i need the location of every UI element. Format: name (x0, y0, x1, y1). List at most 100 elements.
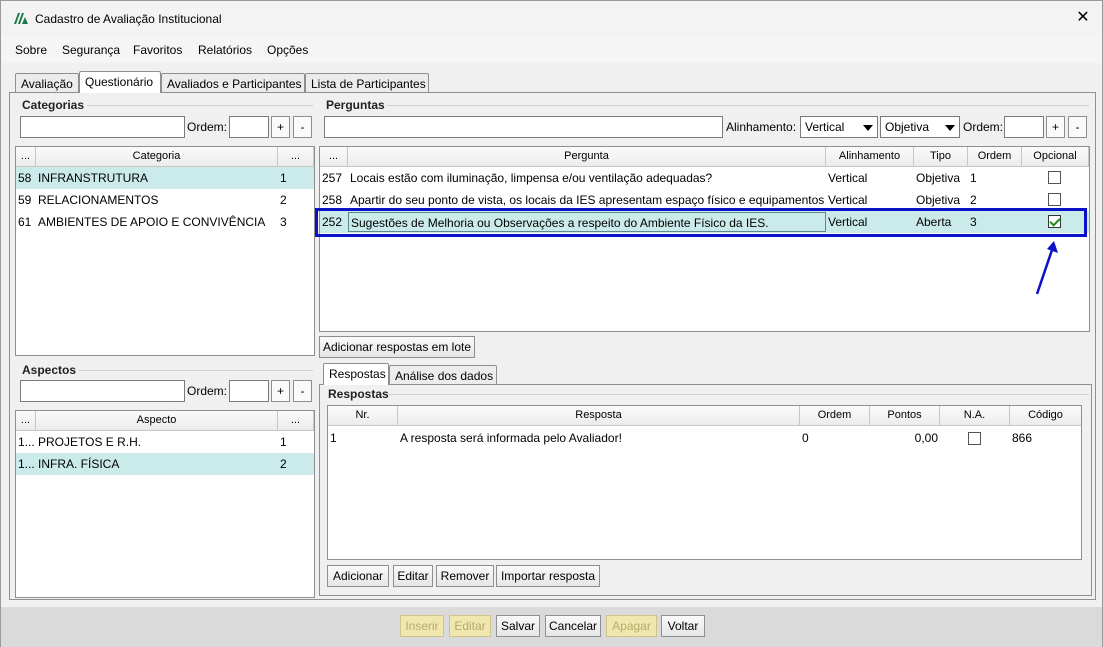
aspecto-ordem-input[interactable] (229, 380, 269, 402)
cell-nr: 1 (330, 431, 337, 445)
col-header-ordem[interactable]: Ordem (968, 147, 1022, 167)
alinhamento-select[interactable]: Vertical (800, 116, 878, 138)
opcional-checkbox[interactable] (1048, 193, 1061, 206)
cell-tipo: Objetiva (916, 193, 961, 207)
importar-resposta-button[interactable]: Importar resposta (496, 565, 600, 587)
respostas-table: Nr. Resposta Ordem Pontos N.A. Código 1 … (327, 405, 1082, 560)
menu-favoritos[interactable]: Favoritos (133, 43, 182, 57)
col-header-na[interactable]: N.A. (940, 406, 1010, 426)
menu-relatorios[interactable]: Relatórios (198, 43, 252, 57)
tab-analise[interactable]: Análise dos dados (389, 365, 497, 385)
title-bar: Cadastro de Avaliação Institucional ✕ (1, 1, 1102, 37)
col-header-alinhamento[interactable]: Alinhamento (826, 147, 914, 167)
cell-aspecto: INFRA. FÍSICA (38, 457, 120, 471)
cell-id: 61 (18, 215, 32, 229)
cell-tipo: Aberta (916, 215, 952, 229)
cell-alinhamento: Vertical (828, 193, 868, 207)
col-header-nr[interactable]: Nr. (328, 406, 398, 426)
col-header[interactable]: ... (16, 411, 36, 431)
voltar-button[interactable]: Voltar (661, 615, 705, 637)
cell-resposta: A resposta será informada pelo Avaliador… (400, 431, 622, 445)
col-header-ordem[interactable]: Ordem (800, 406, 870, 426)
close-icon[interactable]: ✕ (1074, 9, 1092, 27)
col-header-pergunta[interactable]: Pergunta (348, 147, 826, 167)
cell-pergunta: Locais estão com iluminação, limpensa e/… (350, 171, 713, 185)
alinhamento-label: Alinhamento: (726, 120, 797, 134)
alinhamento-value: Vertical (805, 120, 845, 134)
cell-pergunta: Apartir do seu ponto de vista, os locais… (350, 193, 826, 207)
tab-questionario[interactable]: Questionário (79, 71, 161, 93)
aspecto-plus-button[interactable]: + (271, 380, 290, 402)
opcional-checkbox-checked[interactable] (1048, 215, 1061, 228)
pergunta-minus-button[interactable]: - (1068, 116, 1087, 138)
aspecto-ordem-label: Ordem: (187, 384, 228, 398)
col-header-codigo[interactable]: Código (1010, 406, 1081, 426)
categoria-plus-button[interactable]: + (271, 116, 290, 138)
divider (387, 105, 1089, 106)
cell-aspecto: PROJETOS E R.H. (38, 435, 142, 449)
salvar-button[interactable]: Salvar (496, 615, 540, 637)
cell-id: 58 (18, 171, 32, 185)
cell-ordem: 1 (280, 171, 287, 185)
col-header-opcional[interactable]: Opcional (1022, 147, 1089, 167)
col-header-pontos[interactable]: Pontos (870, 406, 940, 426)
categorias-table: ... Categoria ... 58 INFRANSTRUTURA 1 59… (15, 146, 315, 356)
aspectos-table: ... Aspecto ... 1... PROJETOS E R.H. 1 1… (15, 410, 315, 598)
aspecto-minus-button[interactable]: - (293, 380, 312, 402)
menu-seguranca[interactable]: Segurança (62, 43, 120, 57)
pergunta-plus-button[interactable]: + (1046, 116, 1065, 138)
respostas-label: Respostas (328, 387, 389, 401)
cell-id: 1... (18, 435, 35, 449)
col-header-tipo[interactable]: Tipo (914, 147, 968, 167)
cell-ordem: 2 (970, 193, 977, 207)
pergunta-ordem-input[interactable] (1004, 116, 1044, 138)
window-title: Cadastro de Avaliação Institucional (35, 12, 222, 26)
remover-button[interactable]: Remover (436, 565, 494, 587)
editar-button[interactable]: Editar (449, 615, 491, 637)
inserir-button[interactable]: Inserir (400, 615, 444, 637)
col-header[interactable]: ... (16, 147, 36, 167)
col-header[interactable]: ... (320, 147, 348, 167)
aspecto-input[interactable] (20, 380, 185, 402)
cell-ordem: 0 (802, 431, 809, 445)
na-checkbox[interactable] (968, 432, 981, 445)
cell-ordem: 2 (280, 193, 287, 207)
pergunta-input[interactable] (324, 116, 723, 138)
cell-ordem: 3 (970, 215, 977, 229)
col-header-aspecto[interactable]: Aspecto (36, 411, 278, 431)
cell-id: 1... (18, 457, 35, 471)
menu-sobre[interactable]: Sobre (15, 43, 47, 57)
footer-bar: Inserir Editar Salvar Cancelar Apagar Vo… (1, 607, 1102, 647)
tipo-value: Objetiva (885, 120, 930, 134)
col-header-resposta[interactable]: Resposta (398, 406, 800, 426)
cell-alinhamento: Vertical (828, 215, 868, 229)
adicionar-button[interactable]: Adicionar (327, 565, 389, 587)
tab-avaliados[interactable]: Avaliados e Participantes (161, 73, 305, 93)
perguntas-table: ... Pergunta Alinhamento Tipo Ordem Opci… (319, 146, 1090, 332)
categoria-input[interactable] (20, 116, 185, 138)
app-window: Cadastro de Avaliação Institucional ✕ So… (0, 0, 1103, 647)
col-header[interactable]: ... (278, 411, 314, 431)
opcional-checkbox[interactable] (1048, 171, 1061, 184)
categoria-minus-button[interactable]: - (293, 116, 312, 138)
cell-pontos: 0,00 (914, 431, 938, 445)
pergunta-ordem-label: Ordem: (963, 120, 1004, 134)
cancelar-button[interactable]: Cancelar (545, 615, 601, 637)
tipo-select[interactable]: Objetiva (880, 116, 960, 138)
cell-categoria: INFRANSTRUTURA (38, 171, 148, 185)
col-header[interactable]: ... (278, 147, 314, 167)
apagar-button[interactable]: Apagar (606, 615, 657, 637)
menu-bar: Sobre Segurança Favoritos Relatórios Opç… (1, 37, 1102, 63)
chevron-down-icon (945, 125, 955, 131)
cell-ordem: 2 (280, 457, 287, 471)
tab-respostas[interactable]: Respostas (323, 363, 389, 385)
cell-categoria: RELACIONAMENTOS (38, 193, 159, 207)
editar-resposta-button[interactable]: Editar (393, 565, 433, 587)
tab-avaliacao[interactable]: Avaliação (15, 73, 79, 93)
tab-lista-participantes[interactable]: Lista de Participantes (305, 73, 429, 93)
adicionar-lote-button[interactable]: Adicionar respostas em lote (319, 336, 475, 358)
menu-opcoes[interactable]: Opções (267, 43, 308, 57)
categorias-label: Categorias (22, 98, 85, 112)
categoria-ordem-input[interactable] (229, 116, 269, 138)
col-header-categoria[interactable]: Categoria (36, 147, 278, 167)
